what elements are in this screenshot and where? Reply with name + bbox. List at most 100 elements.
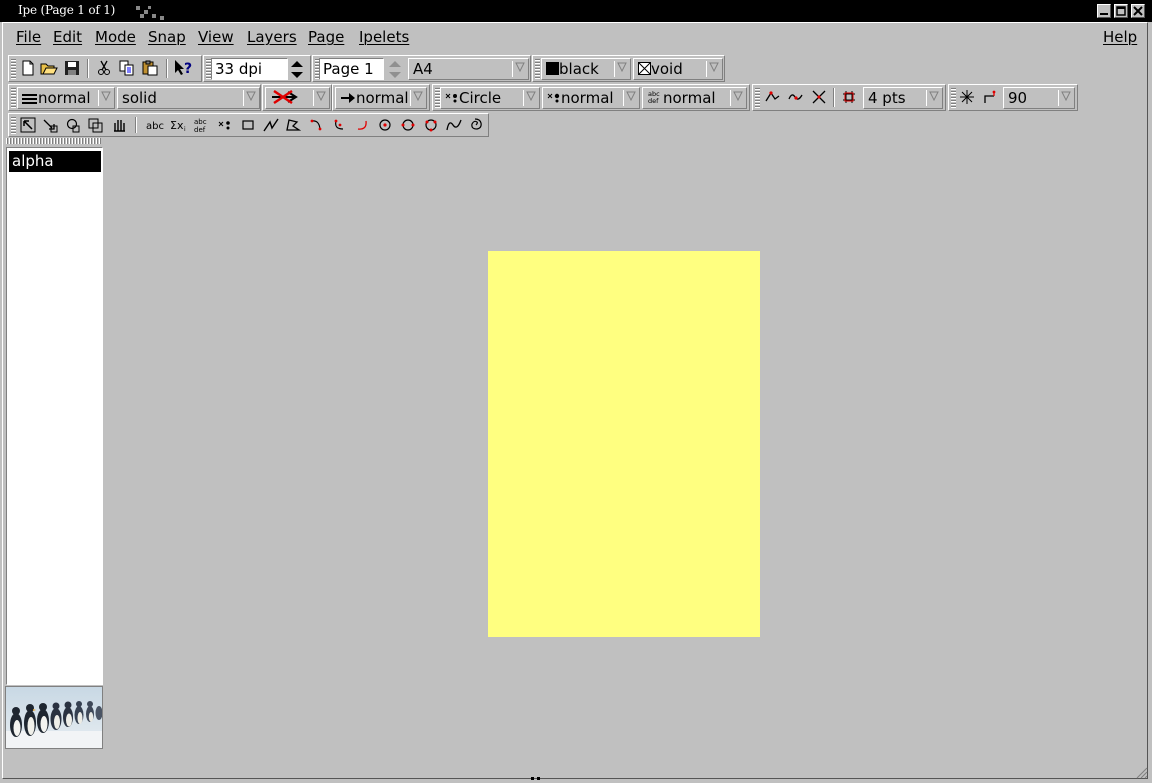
resolution-field[interactable]: 33 dpi	[211, 58, 288, 80]
size-grip-icon[interactable]	[1134, 765, 1148, 779]
close-icon[interactable]	[1131, 4, 1145, 18]
toolbar-grip[interactable]	[11, 116, 16, 134]
page-field[interactable]: Page 1	[319, 58, 384, 80]
menu-snap[interactable]: Snap	[148, 28, 186, 46]
math-mode-icon[interactable]: Σx i	[169, 115, 189, 135]
menu-edit[interactable]: Edit	[53, 28, 82, 46]
spiral-mode-icon[interactable]	[466, 115, 486, 135]
angle-select[interactable]: 90	[1003, 87, 1075, 109]
grid-size-select[interactable]: 4 pts	[863, 87, 943, 109]
maximize-icon[interactable]	[1114, 4, 1128, 18]
stroke-color-label: black	[546, 60, 599, 78]
math-mode-text: Σx	[170, 119, 184, 132]
snap-auto-icon[interactable]	[980, 87, 1000, 107]
whats-this-icon[interactable]: ?	[173, 58, 193, 78]
line-mode-icon[interactable]	[261, 115, 281, 135]
fill-color-select[interactable]: void	[633, 58, 723, 80]
arc3-mode-icon[interactable]	[353, 115, 373, 135]
select-mode-icon[interactable]	[18, 115, 38, 135]
menu-page[interactable]: Page	[308, 28, 344, 46]
spin-up-icon[interactable]	[388, 60, 402, 68]
chevron-down-icon	[623, 90, 637, 106]
snap-grid-icon[interactable]	[839, 87, 859, 107]
dash-style-select[interactable]: solid	[117, 87, 260, 109]
paragraph-mode-icon[interactable]: abc def	[192, 115, 212, 135]
spin-down-icon[interactable]	[290, 71, 304, 79]
resize-grip-icon[interactable]	[530, 776, 544, 783]
chevron-down-icon	[243, 90, 257, 106]
circle-2pt-mode-icon[interactable]	[421, 115, 441, 135]
save-icon[interactable]	[62, 58, 82, 78]
snap-intersection-icon[interactable]	[809, 87, 829, 107]
canvas-page[interactable]	[488, 251, 760, 637]
dash-style-value: solid	[122, 89, 157, 107]
color-swatch	[546, 62, 559, 75]
page-spinner[interactable]	[386, 58, 404, 80]
resolution-spinner[interactable]	[288, 58, 306, 80]
menu-layers[interactable]: Layers	[247, 28, 297, 46]
menu-help[interactable]: Help	[1103, 28, 1137, 46]
translate-mode-icon[interactable]	[40, 115, 60, 135]
arc1-mode-icon[interactable]	[307, 115, 327, 135]
chevron-down-icon	[730, 90, 744, 106]
page-size-select[interactable]: A4	[408, 58, 529, 80]
toolbar-grip[interactable]	[11, 58, 16, 79]
snap-angle-icon[interactable]	[957, 87, 977, 107]
mark-shape-select[interactable]: Circle	[440, 87, 540, 109]
rectangle-mode-icon[interactable]	[238, 115, 258, 135]
layer-panel-grip[interactable]	[6, 138, 102, 144]
circle-mode-icon[interactable]	[375, 115, 395, 135]
spin-up-icon[interactable]	[290, 60, 304, 68]
paragraph-mode-line2: def	[194, 126, 206, 133]
snap-vertex-icon[interactable]	[763, 87, 783, 107]
chevron-down-icon	[410, 90, 424, 106]
mark-icon	[445, 93, 457, 103]
menu-view[interactable]: View	[198, 28, 234, 46]
menu-file[interactable]: File	[16, 28, 41, 46]
copy-icon[interactable]	[117, 58, 137, 78]
page-toolbar: Page 1 A4	[312, 55, 531, 82]
stroke-color-select[interactable]: black	[541, 58, 631, 80]
circle-3pt-mode-icon[interactable]	[398, 115, 418, 135]
toolbar-grip[interactable]	[951, 87, 956, 108]
new-file-icon[interactable]	[18, 58, 38, 78]
polygon-mode-icon[interactable]	[283, 115, 303, 135]
arrow-toolbar	[262, 84, 332, 111]
layer-item-alpha[interactable]: alpha	[9, 151, 101, 172]
text-label-mode-icon[interactable]: abc	[145, 115, 167, 135]
stretch-mode-icon[interactable]	[85, 115, 105, 135]
spin-down-icon[interactable]	[388, 71, 402, 79]
svg-text:?: ?	[184, 61, 192, 77]
file-toolbar: ?	[8, 55, 202, 82]
page-value: Page 1	[323, 60, 374, 78]
spline-mode-icon[interactable]	[444, 115, 464, 135]
chevron-down-icon	[523, 90, 537, 106]
rotate-mode-icon[interactable]	[63, 115, 83, 135]
menu-mode[interactable]: Mode	[95, 28, 136, 46]
paste-icon[interactable]	[140, 58, 160, 78]
toolbar-grip[interactable]	[755, 87, 760, 108]
toolbar-grip[interactable]	[11, 87, 16, 108]
toolbar-grip[interactable]	[535, 58, 540, 79]
arrow-size-toolbar: normal	[332, 84, 430, 111]
line-width-label: normal	[22, 89, 91, 107]
arrow-size-select[interactable]: normal	[335, 87, 427, 109]
open-folder-icon[interactable]	[39, 58, 59, 78]
angle-toolbar: 90	[948, 84, 1078, 111]
line-width-select[interactable]: normal	[17, 87, 115, 109]
menu-ipelets[interactable]: Ipelets	[359, 28, 409, 46]
arrow-type-select[interactable]	[265, 87, 330, 109]
mark-mode-icon[interactable]	[215, 115, 235, 135]
math-mode-subscript: i	[184, 126, 186, 132]
mark-size-select[interactable]: normal	[542, 87, 640, 109]
minimize-icon[interactable]	[1097, 4, 1111, 18]
layer-list: alpha	[6, 147, 103, 685]
stroke-color-value: black	[559, 60, 599, 78]
text-size-select[interactable]: abc def normal	[642, 87, 747, 109]
arrow-type-label	[270, 89, 300, 107]
cut-icon[interactable]	[94, 58, 114, 78]
arc2-mode-icon[interactable]	[330, 115, 350, 135]
snap-toolbar: 4 pts	[752, 84, 946, 111]
snap-boundary-icon[interactable]	[786, 87, 806, 107]
pan-mode-icon[interactable]	[109, 115, 129, 135]
